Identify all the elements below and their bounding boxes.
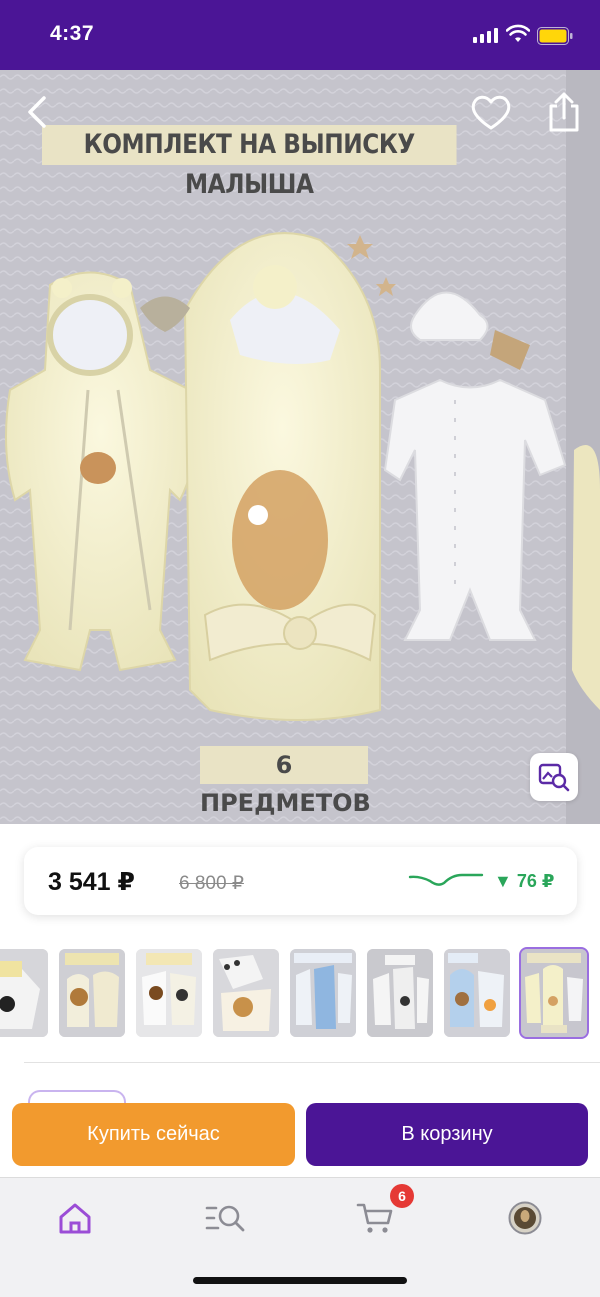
- thumbnail-strip: [0, 947, 600, 1039]
- cart-count-badge: 6: [390, 1184, 414, 1208]
- old-price: 6 800 ₽: [179, 873, 244, 894]
- thumbnail-2[interactable]: [59, 949, 125, 1037]
- battery-icon: [537, 27, 573, 45]
- cellular-signal-icon: [473, 27, 498, 43]
- envelope-illustration: [183, 232, 381, 721]
- cart-icon: [356, 1203, 393, 1233]
- avatar: [508, 1201, 542, 1235]
- thumbnail-6[interactable]: [367, 949, 433, 1037]
- hero-title: КОМПЛЕКТ НА ВЫПИСКУ МАЛЫША: [42, 125, 457, 200]
- add-to-cart-button[interactable]: В корзину: [306, 1103, 588, 1166]
- thumbnail-3[interactable]: [136, 949, 202, 1037]
- buy-now-button[interactable]: Купить сейчас: [12, 1103, 295, 1166]
- wifi-icon: [506, 24, 530, 42]
- tab-catalog[interactable]: [201, 1196, 249, 1240]
- thumbnail-8[interactable]: [519, 947, 589, 1039]
- back-icon[interactable]: [18, 92, 58, 132]
- divider: [24, 1062, 600, 1063]
- current-price: 3 541 ₽: [48, 868, 135, 896]
- thumbnail-5[interactable]: [290, 949, 356, 1037]
- status-bar: 4:37: [0, 0, 600, 70]
- thumbnail-1[interactable]: [0, 949, 48, 1037]
- image-search-button[interactable]: [530, 753, 578, 801]
- tab-home[interactable]: [51, 1196, 99, 1240]
- items-count-badge: 6 ПРЕДМЕТОВ: [200, 746, 371, 817]
- price-drop: ▼ 76 ₽: [494, 871, 555, 891]
- tab-profile[interactable]: [501, 1196, 549, 1240]
- image-search-icon: [538, 763, 570, 792]
- thumbnail-4[interactable]: [213, 949, 279, 1037]
- home-icon: [59, 1203, 91, 1234]
- share-icon[interactable]: [545, 90, 583, 134]
- price-card[interactable]: 3 541 ₽ 6 800 ₽ ▼ 76 ₽: [24, 847, 577, 915]
- status-time: 4:37: [50, 22, 95, 45]
- price-history-sparkline: [408, 873, 484, 886]
- thumbnail-7[interactable]: [444, 949, 510, 1037]
- search-list-icon: [205, 1205, 245, 1232]
- heart-icon[interactable]: [468, 92, 514, 132]
- home-indicator: [193, 1277, 407, 1284]
- product-image[interactable]: КОМПЛЕКТ НА ВЫПИСКУ МАЛЫША 6 ПРЕДМЕТОВ: [0, 70, 600, 824]
